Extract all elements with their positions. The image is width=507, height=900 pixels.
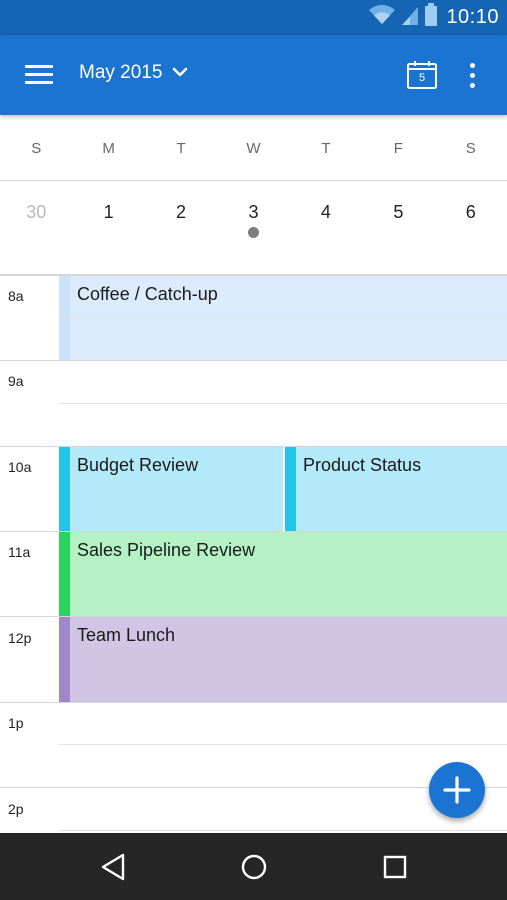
weekday-label: S xyxy=(31,140,42,157)
event-sales-pipeline-review[interactable]: Sales Pipeline Review xyxy=(59,532,507,616)
hour-divider xyxy=(0,616,507,617)
event-product-status[interactable]: Product Status xyxy=(285,447,507,531)
half-hour-divider xyxy=(59,403,507,404)
event-color-bar xyxy=(59,276,70,360)
app-bar: May 2015 5 xyxy=(0,35,507,115)
hour-label: 12p xyxy=(8,630,32,646)
hour-label: 11a xyxy=(8,544,31,560)
hour-label: 10a xyxy=(8,459,32,475)
weekday-label: S xyxy=(465,140,476,157)
event-title: Team Lunch xyxy=(77,625,176,645)
weekday-label: M xyxy=(102,140,115,157)
event-title: Product Status xyxy=(303,455,422,475)
month-selector[interactable]: May 2015 xyxy=(79,62,188,84)
add-event-button[interactable] xyxy=(429,762,485,818)
event-color-bar xyxy=(59,617,70,702)
event-coffee-catch-up[interactable]: Coffee / Catch-up xyxy=(59,276,507,360)
date-cell[interactable]: 2 xyxy=(145,182,217,274)
day-agenda[interactable]: Coffee / Catch-up Budget Review Product … xyxy=(0,275,507,833)
event-title: Sales Pipeline Review xyxy=(77,540,256,560)
event-indicator-dot xyxy=(248,227,260,238)
wifi-icon xyxy=(368,4,396,31)
half-hour-divider xyxy=(59,830,507,831)
system-nav-bar xyxy=(0,833,507,900)
today-day-number: 5 xyxy=(418,72,426,84)
event-budget-review[interactable]: Budget Review xyxy=(59,447,283,531)
recents-icon[interactable] xyxy=(378,850,412,884)
hour-divider xyxy=(0,360,507,361)
event-team-lunch[interactable]: Team Lunch xyxy=(59,617,507,702)
week-dates-row: 30 1 2 3 4 5 6 xyxy=(0,182,507,275)
calendar-today-icon[interactable]: 5 xyxy=(404,59,440,93)
event-color-bar xyxy=(59,447,70,531)
battery-icon xyxy=(424,2,438,32)
date-cell[interactable]: 1 xyxy=(72,182,144,274)
status-time: 10:10 xyxy=(446,5,499,28)
weekday-label: F xyxy=(393,140,403,157)
hour-divider xyxy=(0,446,507,447)
weekday-label: T xyxy=(176,140,186,157)
event-title: Budget Review xyxy=(77,455,199,475)
hour-label: 1p xyxy=(8,715,24,731)
weekday-label: T xyxy=(321,140,331,157)
half-hour-divider xyxy=(59,317,507,318)
event-title: Coffee / Catch-up xyxy=(77,284,218,304)
date-cell[interactable]: 4 xyxy=(290,182,362,274)
weekday-label: W xyxy=(246,140,261,157)
event-color-bar xyxy=(285,447,296,531)
weekday-header: S M T W T F S xyxy=(0,115,507,181)
chevron-down-icon xyxy=(172,62,188,84)
hour-divider xyxy=(0,702,507,703)
signal-icon xyxy=(400,4,420,31)
hour-label: 9a xyxy=(8,373,24,389)
back-icon[interactable] xyxy=(97,850,131,884)
event-color-bar xyxy=(59,532,70,616)
status-icons: 10:10 xyxy=(368,2,499,32)
hour-divider xyxy=(0,275,507,276)
home-icon[interactable] xyxy=(237,850,271,884)
hour-divider xyxy=(0,531,507,532)
status-bar: 10:10 xyxy=(0,0,507,35)
date-cell[interactable]: 6 xyxy=(435,182,507,274)
hamburger-menu-icon[interactable] xyxy=(22,63,54,87)
date-cell[interactable]: 30 xyxy=(0,182,72,274)
half-hour-divider xyxy=(59,744,507,745)
hour-label: 2p xyxy=(8,801,24,817)
month-label: May 2015 xyxy=(79,62,163,83)
date-cell[interactable]: 5 xyxy=(362,182,434,274)
date-number: 3 xyxy=(248,202,259,222)
hour-label: 8a xyxy=(8,288,24,304)
date-cell-selected[interactable]: 3 xyxy=(217,182,289,274)
more-vertical-icon[interactable] xyxy=(462,61,484,91)
